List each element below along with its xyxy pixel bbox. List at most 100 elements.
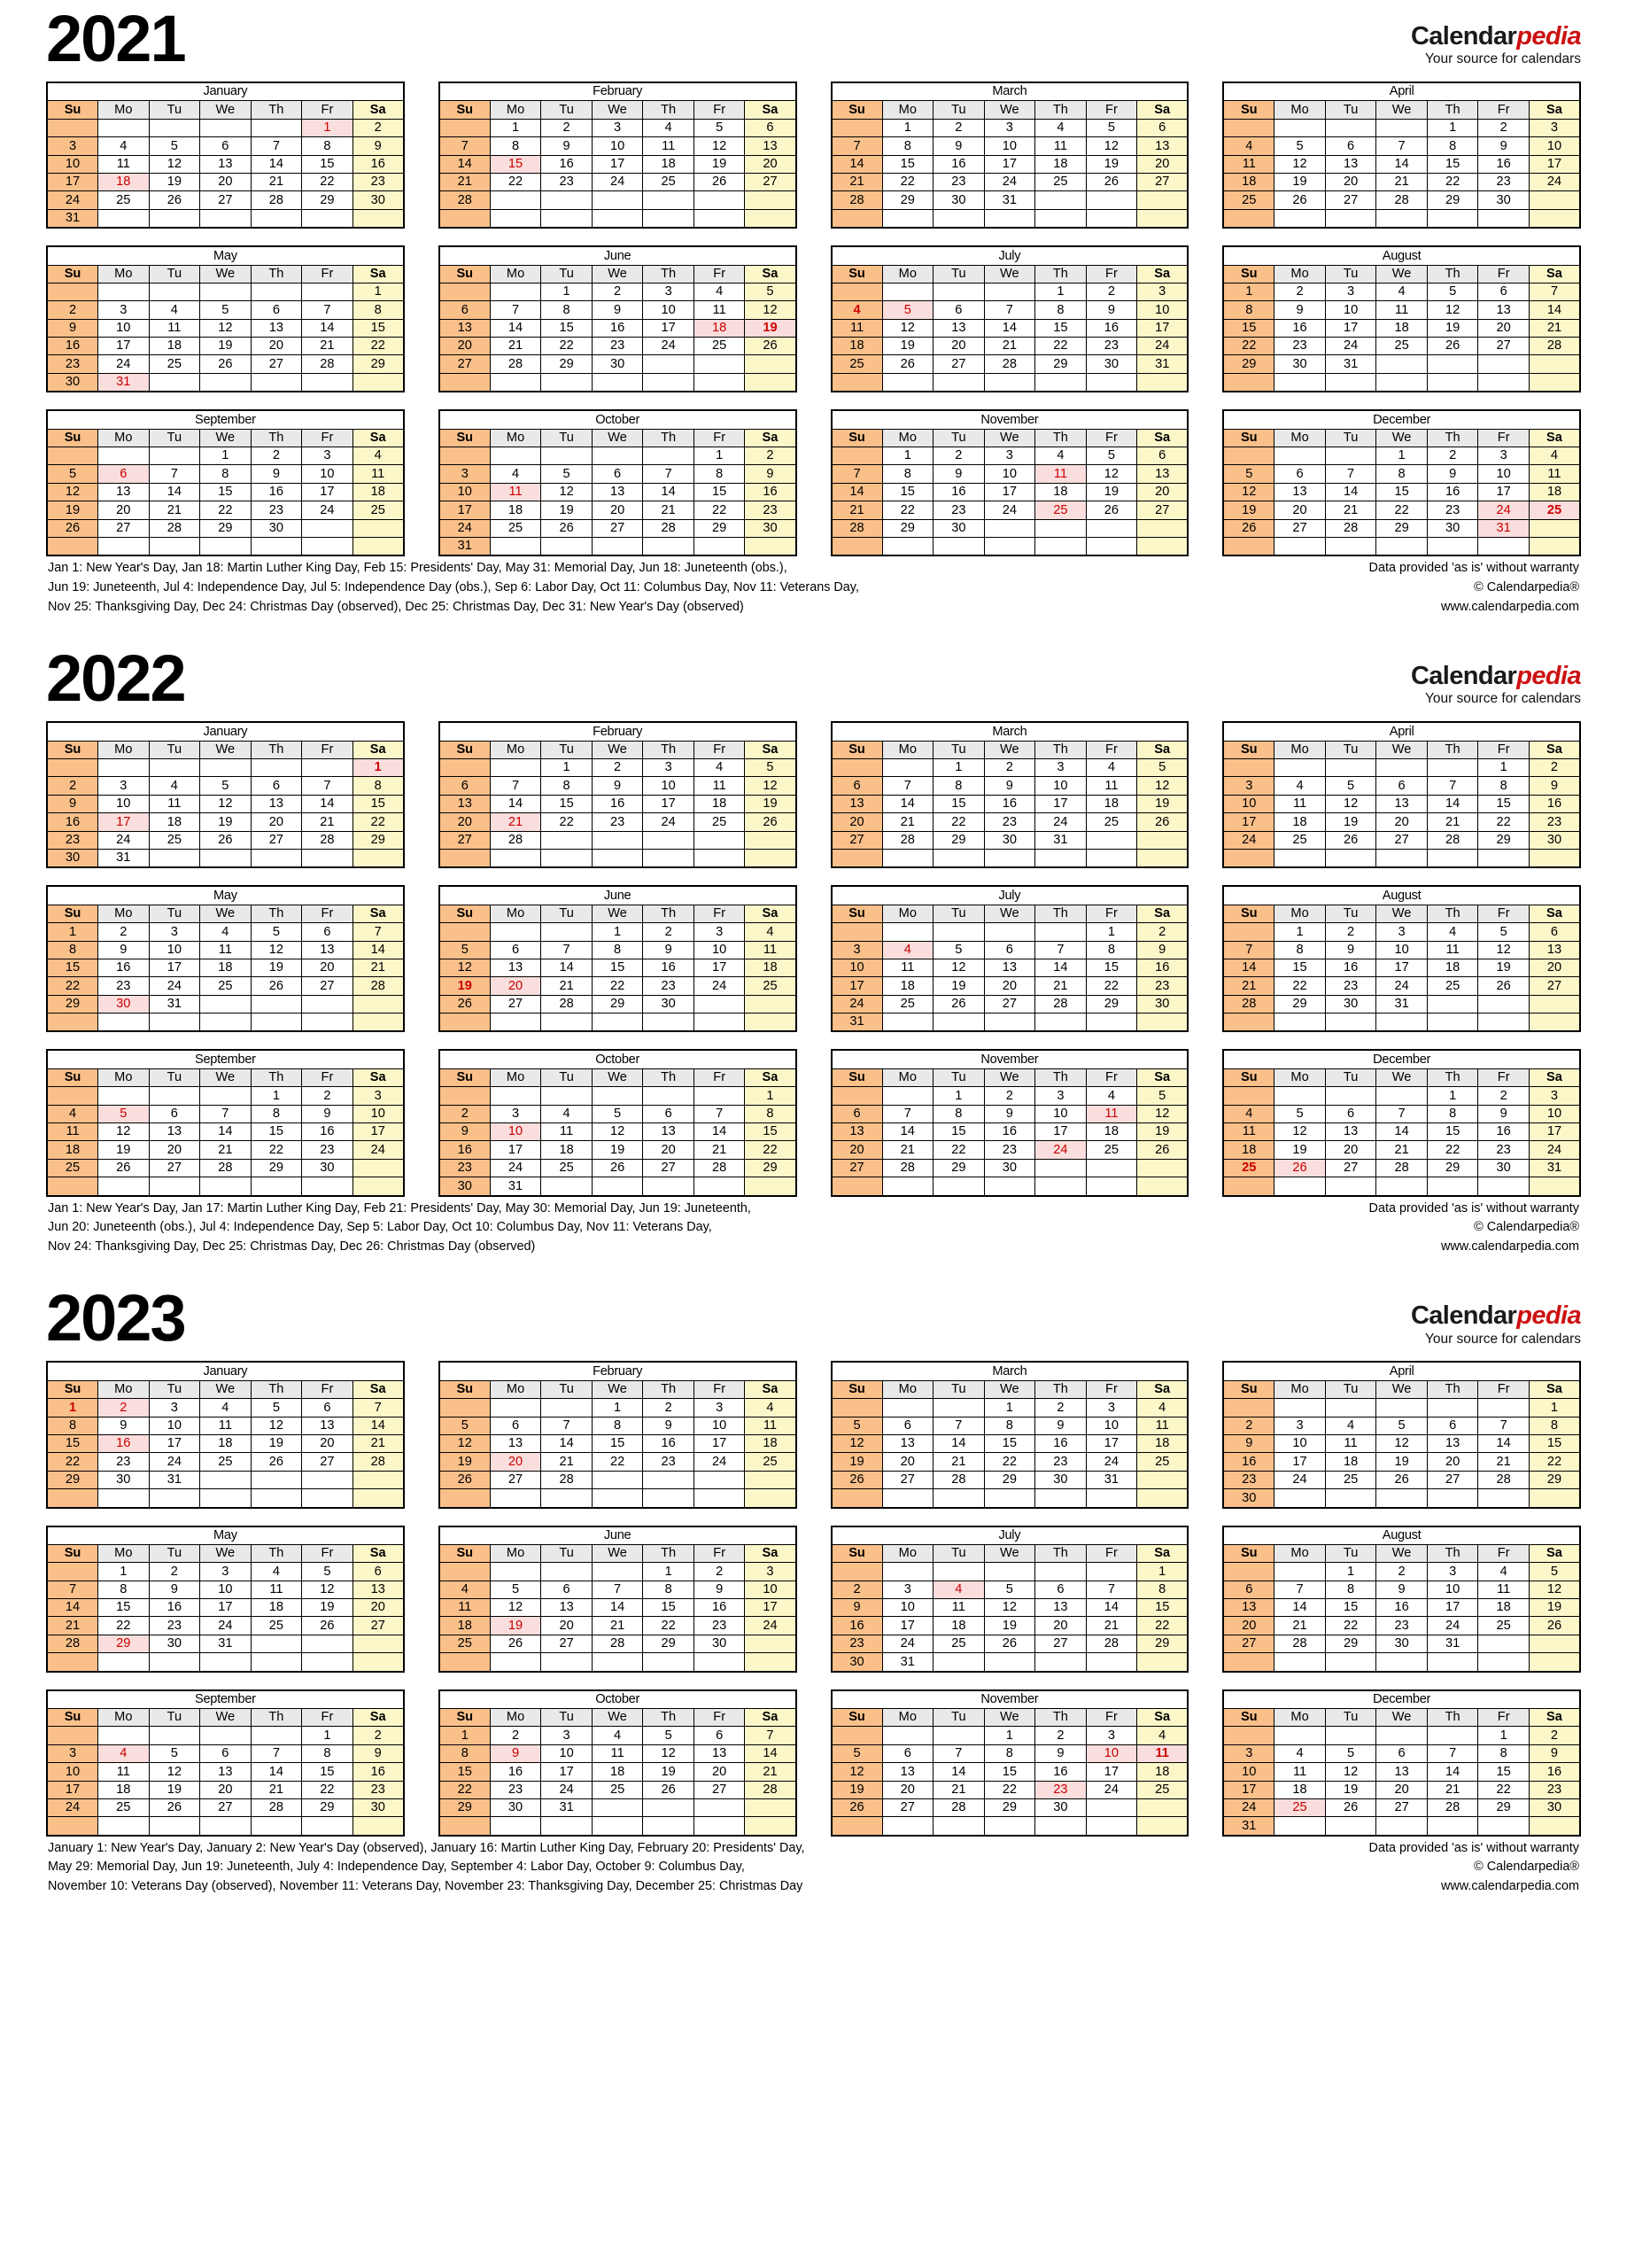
day-cell-empty bbox=[540, 1013, 593, 1032]
day-cell: 25 bbox=[933, 1634, 985, 1654]
day-cell: 15 bbox=[352, 318, 405, 338]
day-cell-empty bbox=[744, 1634, 796, 1654]
month-table-april: April Su Mo Tu We Th Fr Sa 1 2 3 4 5 6 7 8 9 10 11 12 13 14 15… bbox=[1222, 1361, 1581, 1509]
week-row bbox=[1222, 848, 1581, 868]
day-cell: 11 bbox=[199, 940, 252, 959]
day-cell: 3 bbox=[1528, 1086, 1581, 1106]
dow-header-sa: Sa bbox=[744, 428, 796, 448]
week-row: 8 9 10 11 12 13 14 bbox=[46, 1416, 405, 1435]
day-cell: 11 bbox=[744, 940, 796, 959]
day-cell: 30 bbox=[46, 372, 99, 392]
week-row: 24 25 26 27 28 29 30 bbox=[438, 518, 796, 538]
dow-header-fr: Fr bbox=[693, 1379, 746, 1400]
day-cell: 31 bbox=[1034, 830, 1087, 850]
day-cell-empty bbox=[1324, 1398, 1377, 1418]
day-cell: 3 bbox=[831, 940, 883, 959]
day-cell-empty bbox=[591, 1488, 644, 1509]
dow-header-tu: Tu bbox=[1324, 1543, 1377, 1564]
dow-header-sa: Sa bbox=[744, 904, 796, 924]
day-cell: 15 bbox=[881, 482, 934, 502]
day-cell: 4 bbox=[831, 300, 883, 320]
dow-header-mo: Mo bbox=[489, 1379, 542, 1400]
day-cell: 8 bbox=[881, 464, 934, 484]
day-cell: 6 bbox=[250, 776, 303, 796]
dow-header-tu: Tu bbox=[933, 1379, 985, 1400]
day-cell: 12 bbox=[438, 958, 491, 978]
day-cell: 6 bbox=[352, 1562, 405, 1581]
day-cell: 19 bbox=[1375, 1452, 1428, 1472]
dow-header-su: Su bbox=[438, 1708, 491, 1728]
dow-header-sa: Sa bbox=[1528, 1543, 1581, 1564]
day-cell: 25 bbox=[831, 354, 883, 374]
day-cell: 17 bbox=[489, 1140, 542, 1160]
dow-header-su: Su bbox=[438, 428, 491, 448]
day-cell: 30 bbox=[1034, 1798, 1087, 1818]
day-cell: 29 bbox=[46, 994, 99, 1014]
day-cell-empty bbox=[1274, 536, 1326, 556]
day-cell: 23 bbox=[983, 812, 1036, 832]
month-name: July bbox=[831, 245, 1189, 266]
day-cell: 26 bbox=[97, 1158, 150, 1178]
day-cell: 14 bbox=[301, 794, 353, 814]
day-cell-empty bbox=[438, 1816, 491, 1837]
day-cell: 14 bbox=[352, 940, 405, 959]
day-cell-empty bbox=[881, 1013, 934, 1032]
day-cell-empty bbox=[1222, 1398, 1275, 1418]
day-cell-empty bbox=[250, 1470, 303, 1490]
day-cell: 24 bbox=[199, 1616, 252, 1635]
day-cell: 22 bbox=[744, 1140, 796, 1160]
day-cell-empty bbox=[301, 848, 353, 868]
day-cell-empty bbox=[693, 536, 746, 556]
day-cell: 26 bbox=[199, 830, 252, 850]
day-cell: 5 bbox=[1528, 1562, 1581, 1581]
day-cell: 5 bbox=[1375, 1416, 1428, 1435]
week-row: 5 6 7 8 9 10 11 bbox=[831, 1416, 1189, 1435]
day-cell-empty bbox=[1426, 1726, 1479, 1745]
day-cell: 4 bbox=[744, 922, 796, 942]
day-cell: 5 bbox=[831, 1416, 883, 1435]
day-cell-empty bbox=[199, 1816, 252, 1837]
day-cell-empty bbox=[591, 190, 644, 210]
day-cell: 12 bbox=[744, 776, 796, 796]
day-cell-empty bbox=[831, 922, 883, 942]
day-cell-empty bbox=[1375, 118, 1428, 138]
day-cell-empty bbox=[148, 1013, 201, 1032]
dow-header-we: We bbox=[983, 1379, 1036, 1400]
dow-header-su: Su bbox=[1222, 1379, 1275, 1400]
dow-header-we: We bbox=[199, 1543, 252, 1564]
day-cell-empty bbox=[301, 1634, 353, 1654]
dow-header-sa: Sa bbox=[1528, 100, 1581, 120]
month-name: November bbox=[831, 1689, 1189, 1710]
day-cell: 10 bbox=[97, 318, 150, 338]
day-cell: 17 bbox=[1528, 1122, 1581, 1142]
day-cell: 8 bbox=[199, 464, 252, 484]
day-cell: 18 bbox=[1085, 794, 1138, 814]
day-cell: 16 bbox=[1136, 958, 1189, 978]
day-cell-empty bbox=[1426, 1398, 1479, 1418]
week-row: 8 9 10 11 12 13 14 bbox=[46, 940, 405, 959]
day-cell-empty bbox=[540, 1398, 593, 1418]
day-cell: 22 bbox=[46, 1452, 99, 1472]
day-cell: 29 bbox=[591, 994, 644, 1014]
week-row: 12 13 14 15 16 17 18 bbox=[1222, 482, 1581, 502]
day-cell: 18 bbox=[97, 1780, 150, 1800]
day-cell: 6 bbox=[540, 1580, 593, 1600]
day-cell-empty bbox=[1085, 518, 1138, 538]
week-row: 23 24 25 26 27 28 29 bbox=[831, 1634, 1189, 1654]
day-cell: 10 bbox=[1034, 776, 1087, 796]
dow-header-sa: Sa bbox=[744, 264, 796, 284]
day-cell-empty bbox=[933, 1652, 985, 1673]
day-cell: 21 bbox=[1528, 318, 1581, 338]
day-cell: 17 bbox=[591, 154, 644, 174]
day-cell: 8 bbox=[983, 1744, 1036, 1764]
day-cell: 5 bbox=[1426, 282, 1479, 302]
month-table-november: November Su Mo Tu We Th Fr Sa 1 2 3 4 5 6 7 8 9 10 11 12 13 1… bbox=[830, 409, 1189, 557]
brand-name-part1: Calendar bbox=[1410, 662, 1517, 691]
day-cell: 10 bbox=[983, 464, 1036, 484]
dow-header-fr: Fr bbox=[1477, 1543, 1530, 1564]
day-cell: 15 bbox=[881, 154, 934, 174]
day-cell: 25 bbox=[693, 337, 746, 356]
day-cell: 10 bbox=[1222, 794, 1275, 814]
dow-header-th: Th bbox=[1426, 100, 1479, 120]
month-table-january: January Su Mo Tu We Th Fr Sa 1 2 3 4 5 6 7 8 9 10 11 12 13 14… bbox=[46, 82, 405, 229]
